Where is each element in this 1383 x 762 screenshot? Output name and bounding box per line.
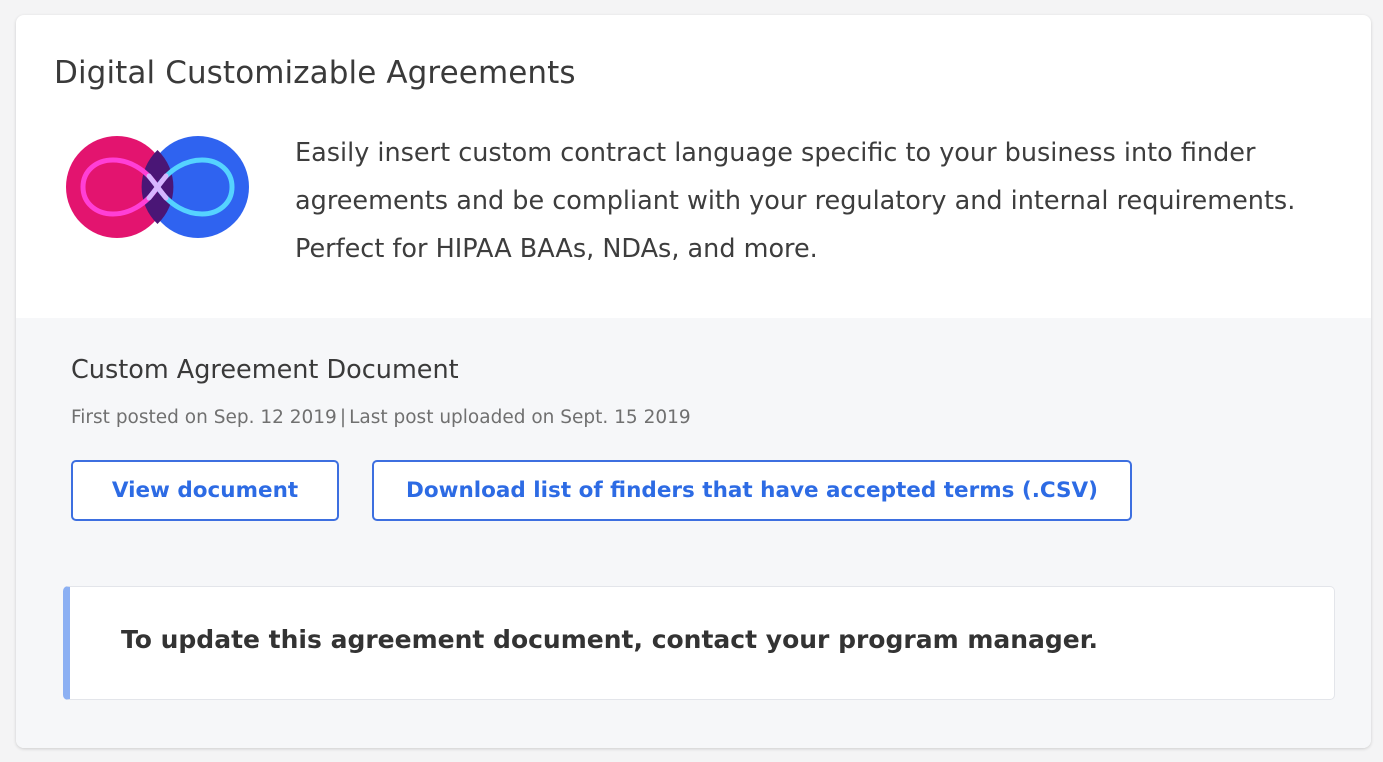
infinity-logo-icon <box>65 135 250 239</box>
feature-description: Easily insert custom contract language s… <box>295 138 1296 264</box>
document-section: Custom Agreement Document First posted o… <box>16 318 1371 748</box>
view-document-button[interactable]: View document <box>71 460 339 521</box>
meta-separator: | <box>339 407 347 428</box>
notice-text: To update this agreement document, conta… <box>121 625 1099 654</box>
page-title: Digital Customizable Agreements <box>54 55 576 91</box>
last-uploaded-date: Last post uploaded on Sept. 15 2019 <box>349 407 691 428</box>
download-csv-button[interactable]: Download list of finders that have accep… <box>372 460 1132 521</box>
document-title: Custom Agreement Document <box>71 355 459 385</box>
agreements-card: Digital Customizable Agreements Easily i… <box>16 15 1371 748</box>
document-meta: First posted on Sep. 12 2019 | Last post u… <box>71 407 691 428</box>
info-notice: To update this agreement document, conta… <box>63 586 1335 700</box>
first-posted-date: First posted on Sep. 12 2019 <box>71 407 337 428</box>
